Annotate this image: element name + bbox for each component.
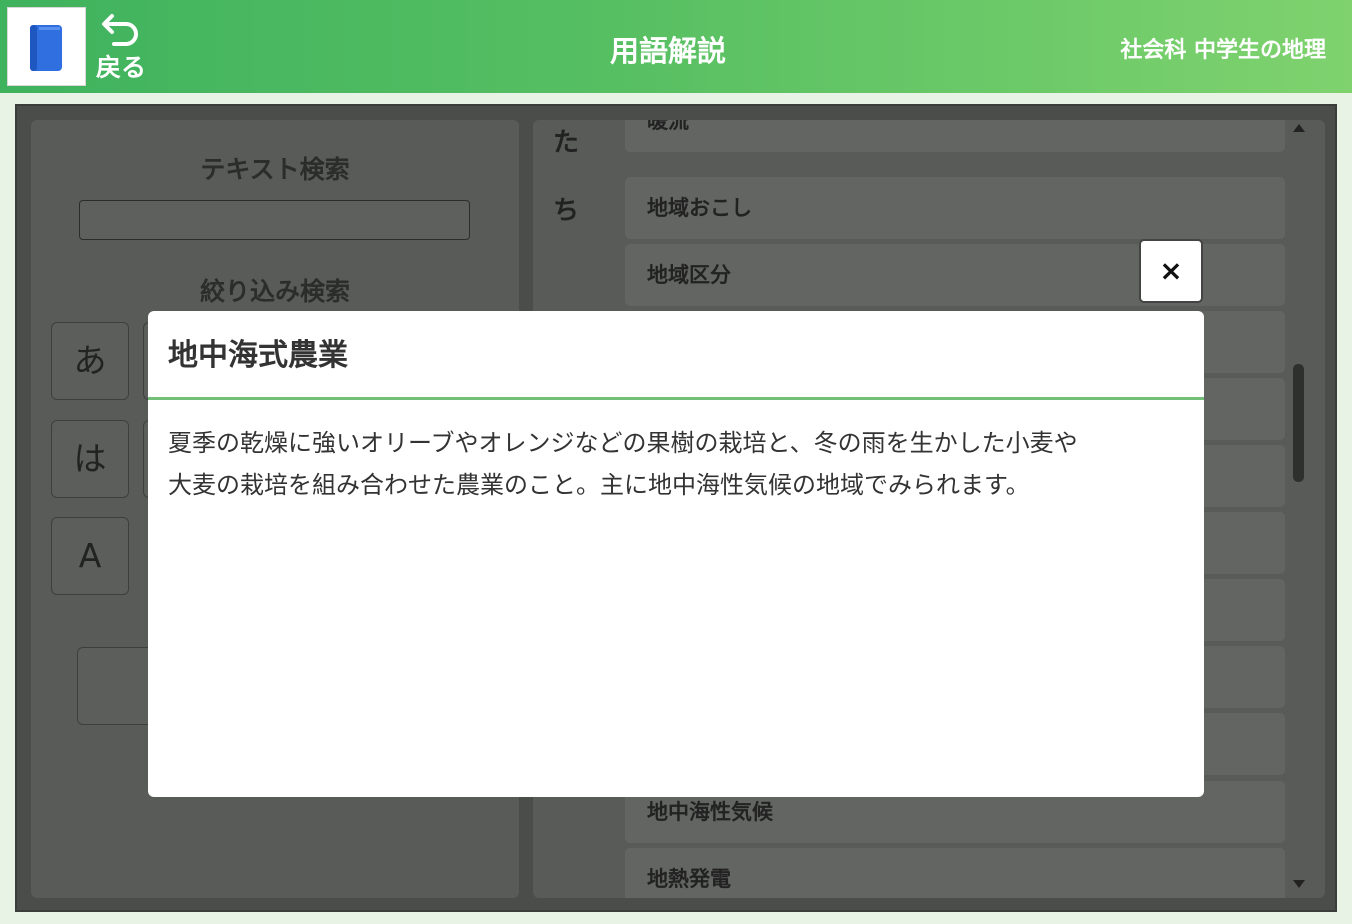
term-item[interactable]: 暖流 xyxy=(625,120,1285,152)
text-search-label: テキスト検索 xyxy=(200,155,350,184)
term-item[interactable]: 地熱発電 xyxy=(625,848,1285,898)
scroll-thumb[interactable] xyxy=(1293,364,1304,482)
index-letter-chi: ち xyxy=(553,196,580,226)
modal-header: 地中海式農業 xyxy=(148,311,1204,400)
app-header: 戻る 用語解説 社会科 中学生の地理 xyxy=(0,0,1352,93)
filter-button-ha[interactable]: は xyxy=(51,420,129,498)
modal-body-line: 大麦の栽培を組み合わせた農業のこと。主に地中海性気候の地域でみられます。 xyxy=(168,471,1030,499)
scroll-up-icon[interactable] xyxy=(1293,124,1305,132)
term-item[interactable]: 地域おこし xyxy=(625,177,1285,239)
scroll-down-icon[interactable] xyxy=(1293,880,1305,888)
subject-label: 社会科 中学生の地理 xyxy=(1120,38,1326,63)
modal-body-line: 夏季の乾燥に強いオリーブやオレンジなどの果樹の栽培と、冬の雨を生かした小麦や xyxy=(168,429,1078,457)
term-detail-modal: 地中海式農業 夏季の乾燥に強いオリーブやオレンジなどの果樹の栽培と、冬の雨を生か… xyxy=(148,311,1204,797)
filter-button-alpha[interactable]: A xyxy=(51,517,129,595)
text-search-input[interactable] xyxy=(79,200,470,240)
modal-title: 地中海式農業 xyxy=(168,338,348,373)
close-button[interactable]: × xyxy=(1139,239,1203,303)
modal-body: 夏季の乾燥に強いオリーブやオレンジなどの果樹の栽培と、冬の雨を生かした小麦や 大… xyxy=(148,400,1204,506)
term-list-scrollbar[interactable] xyxy=(1292,122,1306,890)
filter-search-label: 絞り込み検索 xyxy=(199,277,350,306)
index-letter-ta: た xyxy=(553,128,580,158)
filter-button-a[interactable]: あ xyxy=(51,322,129,400)
